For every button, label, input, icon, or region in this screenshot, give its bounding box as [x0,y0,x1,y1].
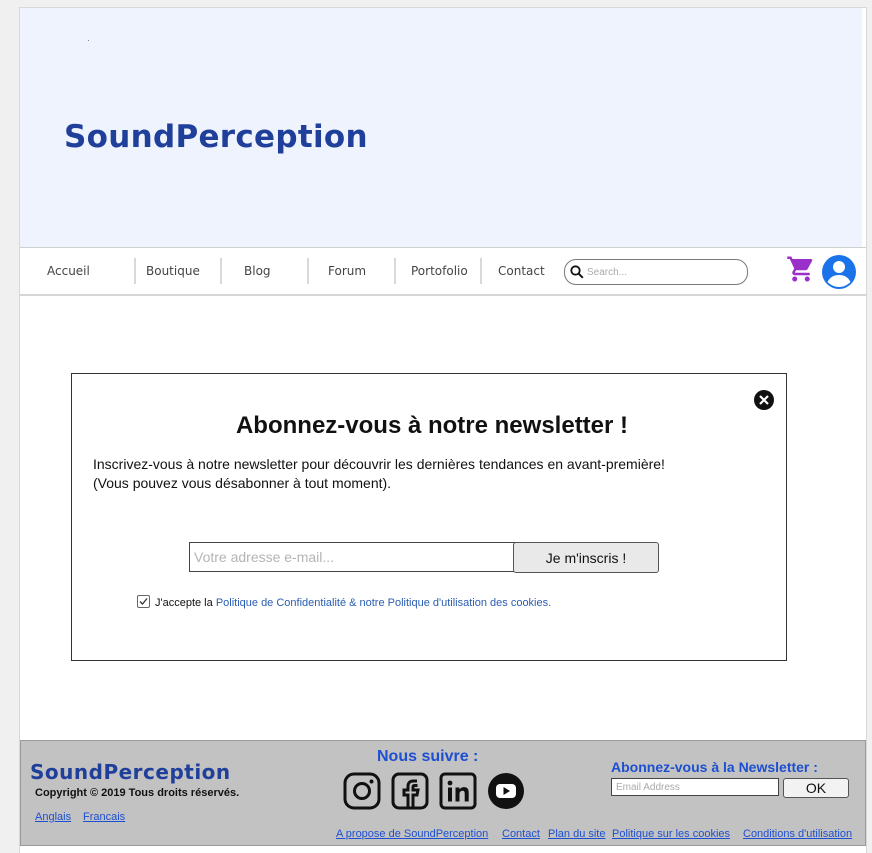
modal-description-line: Inscrivez-vous à notre newsletter pour d… [93,456,665,472]
search-icon [570,265,584,279]
nav-separator [394,258,396,284]
footer-newsletter-title: Abonnez-vous à la Newsletter : [611,759,818,775]
instagram-icon[interactable] [343,772,381,810]
footer-brand[interactable]: SoundPerception [30,760,231,784]
nav-item-blog[interactable]: Blog [244,264,271,278]
account-circle-icon[interactable] [821,254,857,295]
nav-item-forum[interactable]: Forum [328,264,366,278]
brand-title[interactable]: SoundPerception [64,119,368,155]
follow-title: Nous suivre : [377,748,479,765]
footer-link-contact[interactable]: Contact [502,828,540,840]
consent-text: J'accepte la [155,597,216,609]
nav-item-portofolio[interactable]: Portofolio [411,264,468,278]
search-input[interactable] [585,263,739,281]
consent-checkbox[interactable] [137,595,150,608]
shopping-cart-icon[interactable] [786,254,816,289]
youtube-icon[interactable] [487,772,525,810]
search-box[interactable] [564,259,748,285]
hero-banner: SoundPerception [20,8,862,247]
email-field[interactable] [189,542,518,572]
nav-item-contact[interactable]: Contact [498,264,545,278]
footer: SoundPerception Copyright © 2019 Tous dr… [20,740,866,846]
nav-item-boutique[interactable]: Boutique [146,264,200,278]
modal-title: Abonnez-vous à notre newsletter ! [235,412,629,439]
nav-separator [134,258,136,284]
language-link-english[interactable]: Anglais [35,811,71,823]
language-link-french[interactable]: Francais [83,811,125,823]
nav-separator [307,258,309,284]
footer-link-terms[interactable]: Conditions d'utilisation [743,828,852,840]
newsletter-modal: Abonnez-vous à notre newsletter ! Inscri… [71,373,787,661]
nav-separator [220,258,222,284]
consent-row: J'accepte la Politique de Confidentialit… [137,595,551,609]
footer-link-cookies[interactable]: Politique sur les cookies [612,828,730,840]
navigation-bar: Accueil Boutique Blog Forum Portofolio C… [20,247,866,296]
privacy-policy-link[interactable]: Politique de Confidentialité & notre Pol… [216,597,551,609]
footer-link-about[interactable]: A propose de SoundPerception [336,828,488,840]
copyright-text: Copyright © 2019 Tous droits réservés. [35,787,240,799]
footer-email-field[interactable] [611,778,779,796]
nav-separator [480,258,482,284]
decorative-dot [88,40,89,41]
modal-description: Inscrivez-vous à notre newsletter pour d… [93,455,763,493]
checkmark-icon [139,598,148,605]
linkedin-icon[interactable] [439,772,477,810]
subscribe-button[interactable]: Je m'inscris ! [513,542,659,573]
nav-item-accueil[interactable]: Accueil [47,264,90,278]
facebook-icon[interactable] [391,772,429,810]
page: SoundPerception Accueil Boutique Blog Fo… [19,7,867,853]
footer-ok-button[interactable]: OK [783,778,849,798]
footer-link-sitemap[interactable]: Plan du site [548,828,605,840]
modal-description-line: (Vous pouvez vous désabonner à tout mome… [93,475,392,491]
